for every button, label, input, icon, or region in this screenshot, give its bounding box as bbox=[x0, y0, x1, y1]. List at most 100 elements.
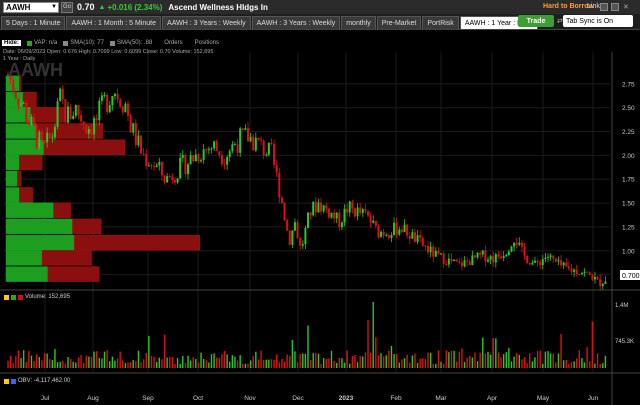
volume-bar bbox=[395, 353, 398, 368]
sma50-swatch[interactable] bbox=[109, 40, 115, 46]
candle-body bbox=[160, 161, 163, 176]
legend-orders[interactable]: Orders bbox=[164, 40, 182, 46]
candle-body bbox=[77, 104, 80, 116]
legend-positions[interactable]: Positions bbox=[195, 40, 219, 46]
tab-monthly[interactable]: monthly bbox=[341, 16, 376, 29]
volume-bar bbox=[583, 362, 586, 368]
obv-swatch-1[interactable] bbox=[4, 378, 9, 384]
trade-button[interactable]: Trade bbox=[518, 15, 554, 27]
candle-body bbox=[288, 230, 291, 245]
candle-body bbox=[447, 258, 450, 265]
volume-bar bbox=[471, 357, 474, 368]
candle-body bbox=[38, 131, 41, 148]
tab-1-month-5-minute[interactable]: AAWH : 1 Month : 5 Minute bbox=[66, 16, 162, 29]
volume-bar bbox=[127, 362, 129, 368]
tab-portrisk[interactable]: PortRisk bbox=[422, 16, 459, 29]
vap-down-bar bbox=[19, 187, 33, 203]
candle-body bbox=[233, 144, 236, 146]
candle-body bbox=[547, 256, 549, 258]
candle-body bbox=[531, 262, 534, 265]
candle-body bbox=[113, 93, 116, 97]
volume-bar bbox=[148, 335, 150, 368]
volume-bar bbox=[557, 353, 560, 368]
vap-swatch[interactable] bbox=[27, 40, 32, 46]
candle-body bbox=[520, 242, 523, 247]
candle-body bbox=[35, 125, 38, 148]
candle-body bbox=[471, 255, 474, 265]
volume-bar bbox=[114, 360, 116, 368]
candle-body bbox=[25, 102, 28, 122]
volume-bar bbox=[208, 362, 210, 368]
volume-bar bbox=[440, 361, 442, 368]
candle-body bbox=[536, 260, 539, 263]
candle-body bbox=[526, 255, 529, 264]
candle-body bbox=[239, 128, 242, 153]
candle-body bbox=[80, 115, 83, 122]
candle-body bbox=[419, 235, 422, 238]
volume-bar bbox=[367, 320, 369, 368]
volume-bar bbox=[95, 351, 98, 368]
volume-bar bbox=[20, 358, 22, 368]
volume-bar bbox=[510, 361, 513, 368]
chevron-down-icon[interactable]: ▼ bbox=[51, 4, 58, 10]
volume-bar bbox=[403, 358, 406, 368]
candle-body bbox=[544, 257, 547, 260]
volume-bar bbox=[249, 360, 252, 368]
volume-bar bbox=[195, 359, 197, 368]
volume-bar bbox=[75, 362, 77, 368]
close-icon[interactable]: ✕ bbox=[623, 3, 629, 11]
candle-body bbox=[445, 263, 448, 265]
volume-bar bbox=[244, 363, 247, 368]
volume-swatch-3[interactable] bbox=[18, 294, 23, 300]
window-menu-button[interactable] bbox=[611, 3, 619, 11]
volume-bar bbox=[109, 361, 111, 368]
candle-body bbox=[72, 115, 75, 120]
candle-body bbox=[150, 165, 153, 167]
candle-body bbox=[56, 101, 59, 127]
candle-body bbox=[453, 259, 456, 262]
volume-bar bbox=[33, 360, 35, 368]
tab-5-days-1-minute[interactable]: 5 Days : 1 Minute bbox=[1, 16, 66, 29]
candle-body bbox=[134, 123, 137, 146]
go-button[interactable]: Go bbox=[61, 1, 73, 13]
volume-swatch-1[interactable] bbox=[4, 294, 9, 300]
legend-sma50[interactable]: SMA(50): .88 bbox=[117, 40, 152, 46]
candle-body bbox=[241, 128, 244, 130]
legend-vap[interactable]: VAP: n/a bbox=[34, 40, 57, 46]
obv-swatch-2[interactable] bbox=[11, 378, 16, 384]
volume-bar bbox=[500, 357, 502, 368]
date-tick-label: Dec bbox=[292, 395, 304, 402]
hide-button[interactable]: Hide: bbox=[2, 40, 21, 46]
sma10-swatch[interactable] bbox=[63, 40, 69, 46]
date-tick-label: Nov bbox=[244, 395, 256, 402]
candle-body bbox=[252, 136, 255, 151]
candle-body bbox=[231, 144, 234, 152]
legend-sma10[interactable]: SMA(10): 77 bbox=[70, 40, 104, 46]
volume-swatch-2[interactable] bbox=[11, 294, 16, 300]
volume-bar bbox=[289, 355, 291, 368]
chart-panel[interactable]: 2.752.502.252.001.751.501.251.000.75 Jul… bbox=[0, 31, 640, 405]
vap-down-bar bbox=[17, 171, 22, 187]
tab-sync-toggle[interactable]: Tab Sync is On bbox=[563, 15, 633, 27]
candle-body bbox=[61, 88, 64, 100]
tab-pre-market[interactable]: Pre-Market bbox=[376, 16, 422, 29]
candle-body bbox=[176, 178, 179, 183]
tab-3-years-weekly-2[interactable]: AAWH : 3 Years : Weekly bbox=[251, 16, 341, 29]
volume-bar bbox=[328, 358, 330, 368]
symbol-input[interactable]: AAWH ▼ bbox=[3, 1, 59, 13]
volume-bar bbox=[93, 351, 95, 368]
volume-bar bbox=[122, 360, 124, 368]
candle-body bbox=[85, 124, 88, 134]
candle-body bbox=[327, 208, 330, 218]
vap-down-bar bbox=[22, 91, 37, 108]
candle-body bbox=[30, 116, 33, 125]
candle-body bbox=[82, 121, 85, 125]
company-name: Ascend Wellness Hldgs In bbox=[168, 2, 268, 12]
candle-body bbox=[273, 144, 276, 166]
volume-bar bbox=[375, 337, 377, 368]
link-color-box[interactable] bbox=[600, 3, 608, 11]
candle-body bbox=[507, 251, 510, 256]
tab-3-years-weekly[interactable]: AAWH : 3 Years : Weekly bbox=[162, 16, 251, 29]
candle-body bbox=[260, 139, 263, 141]
candle-body bbox=[270, 142, 273, 145]
